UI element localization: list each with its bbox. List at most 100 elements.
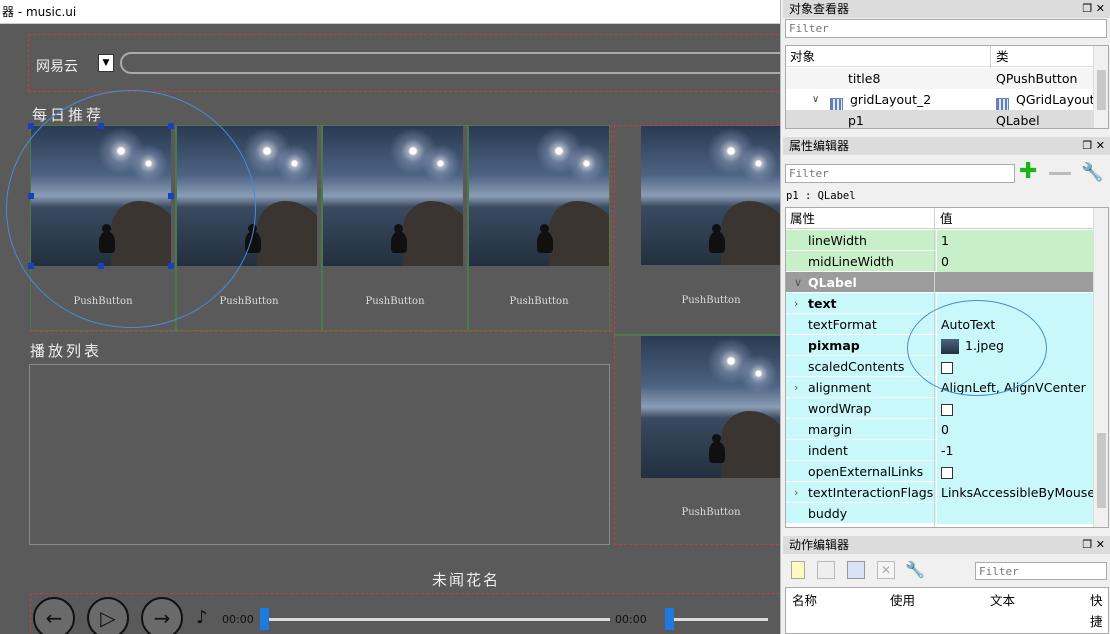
property-value[interactable]: [936, 461, 1096, 482]
property-value[interactable]: 0: [936, 251, 1096, 272]
section-playlist-title: 播放列表: [30, 342, 103, 360]
property-value-text: 1: [941, 233, 949, 248]
panel-buttons[interactable]: ❐ ✕: [1082, 0, 1105, 18]
property-row-wordWrap[interactable]: wordWrap: [786, 398, 1108, 419]
scrollbar[interactable]: [1093, 46, 1108, 128]
property-row-midLineWidth[interactable]: midLineWidth 0: [786, 251, 1108, 272]
col-value: 值: [940, 211, 953, 226]
col-used: 使用: [890, 593, 916, 608]
property-value[interactable]: 1: [936, 230, 1096, 251]
property-filter-input[interactable]: Filter: [785, 164, 1015, 183]
property-editor-header: 属性编辑器 ❐ ✕: [783, 137, 1110, 155]
property-value[interactable]: -1: [936, 440, 1096, 461]
time-total: 00:00: [615, 613, 647, 626]
checkbox[interactable]: [941, 466, 953, 479]
volume-track[interactable]: [668, 618, 768, 621]
app-name-label: 网易云: [36, 59, 78, 75]
tree-object: p1: [848, 113, 864, 128]
property-row-openExternalLinks[interactable]: openExternalLinks: [786, 461, 1108, 482]
checkbox[interactable]: [941, 403, 953, 416]
copy-action-icon[interactable]: [817, 561, 835, 579]
dropdown-button[interactable]: ▼: [98, 54, 114, 72]
action-table[interactable]: 名称 使用 文本 快捷: [785, 587, 1109, 634]
property-row-buddy[interactable]: buddy: [786, 503, 1108, 524]
col-text: 文本: [990, 593, 1016, 608]
next-button[interactable]: →: [141, 597, 183, 634]
property-row-QLabel[interactable]: ∨ QLabel: [786, 272, 1108, 293]
remove-property-icon[interactable]: [1049, 172, 1071, 175]
delete-action-icon[interactable]: ✕: [877, 561, 895, 579]
prev-button[interactable]: ←: [33, 597, 75, 634]
property-name: textInteractionFlags: [808, 485, 934, 500]
volume-slider-handle[interactable]: [665, 608, 674, 630]
qt-designer-window: 器 - music.ui 网易云 ▼ 每日推荐 PushButton PushB…: [0, 0, 1110, 634]
tree-row-selected[interactable]: p1 QLabel: [786, 110, 1108, 128]
property-name: QLabel: [808, 275, 857, 290]
push-button-5[interactable]: PushButton: [640, 295, 780, 306]
property-name: indent: [808, 443, 848, 458]
property-row-textInteractionFlags[interactable]: › textInteractionFlags LinksAccessibleByMo…: [786, 482, 1108, 503]
paste-action-icon[interactable]: [847, 561, 865, 579]
arrow-right-icon: →: [153, 606, 171, 630]
annotation-circle: [907, 300, 1047, 396]
pixmap-image-4[interactable]: [469, 126, 609, 266]
push-button-6[interactable]: PushButton: [640, 507, 780, 518]
selection-handle[interactable]: [28, 123, 34, 129]
chevron-down-icon: ▼: [102, 58, 110, 68]
music-note-icon[interactable]: ♪: [196, 607, 208, 628]
property-name: pixmap: [808, 338, 860, 353]
property-header: 属性 值: [786, 208, 1108, 229]
tree-class: QPushButton: [996, 71, 1078, 86]
property-name: wordWrap: [808, 401, 872, 416]
pixmap-image-5[interactable]: [641, 126, 780, 265]
col-property: 属性: [790, 211, 816, 226]
pixmap-image-3[interactable]: [323, 126, 463, 266]
property-name: lineWidth: [808, 233, 867, 248]
panel-buttons[interactable]: ❐ ✕: [1082, 536, 1105, 554]
property-name: textFormat: [808, 317, 877, 332]
property-name: alignment: [808, 380, 872, 395]
object-inspector-header: 对象查看器 ❐ ✕: [783, 0, 1110, 18]
property-name: text: [808, 296, 837, 311]
action-filter-input[interactable]: Filter: [975, 562, 1107, 580]
property-row-indent[interactable]: indent -1: [786, 440, 1108, 461]
search-input[interactable]: [120, 52, 780, 74]
push-button-3[interactable]: PushButton: [322, 296, 468, 307]
arrow-left-icon: ←: [45, 606, 63, 630]
new-action-icon[interactable]: [791, 561, 805, 579]
property-value-text: 0: [941, 422, 949, 437]
play-button[interactable]: ▷: [87, 597, 129, 634]
property-value[interactable]: 0: [936, 419, 1096, 440]
property-value-text: LinksAccessibleByMouse: [941, 485, 1096, 500]
object-tree[interactable]: 对象 类 title8 QPushButton ∨ gridLayout_2 Q…: [785, 45, 1109, 129]
action-editor-header: 动作编辑器 ❐ ✕: [783, 536, 1110, 554]
property-value[interactable]: [936, 503, 1096, 524]
wrench-icon[interactable]: 🔧: [1081, 162, 1103, 183]
playlist-list[interactable]: [29, 364, 610, 545]
property-value[interactable]: LinksAccessibleByMouse: [936, 482, 1096, 503]
progress-slider-handle[interactable]: [260, 608, 269, 630]
col-class: 类: [996, 49, 1009, 64]
tree-object: title8: [848, 71, 881, 86]
panel-buttons[interactable]: ❐ ✕: [1082, 137, 1105, 155]
tree-class: QGridLayout: [1016, 92, 1095, 107]
add-property-icon[interactable]: ✚: [1019, 160, 1037, 184]
progress-track[interactable]: [262, 618, 610, 621]
window-title: 器 - music.ui: [0, 0, 780, 24]
right-dock: 对象查看器 ❐ ✕ Filter 对象 类 title8 QPushButton…: [780, 0, 1110, 634]
tree-row[interactable]: title8 QPushButton: [786, 68, 1108, 89]
property-name: buddy: [808, 506, 848, 521]
tree-row[interactable]: ∨ gridLayout_2 QGridLayout: [786, 89, 1108, 111]
tree-object: gridLayout_2: [850, 92, 932, 107]
pixmap-image-6[interactable]: [641, 336, 780, 478]
object-filter-input[interactable]: Filter: [785, 19, 1107, 38]
scrollbar[interactable]: [1093, 208, 1108, 527]
design-canvas[interactable]: 网易云 ▼ 每日推荐 PushButton PushButton PushBut…: [0, 24, 780, 634]
action-header: 名称 使用 文本 快捷: [786, 590, 1108, 629]
property-row-margin[interactable]: margin 0: [786, 419, 1108, 440]
wrench-icon[interactable]: 🔧: [905, 560, 925, 579]
property-value[interactable]: [936, 398, 1096, 419]
song-title: 未闻花名: [432, 571, 501, 589]
push-button-4[interactable]: PushButton: [468, 296, 610, 307]
property-row-lineWidth[interactable]: lineWidth 1: [786, 230, 1108, 251]
